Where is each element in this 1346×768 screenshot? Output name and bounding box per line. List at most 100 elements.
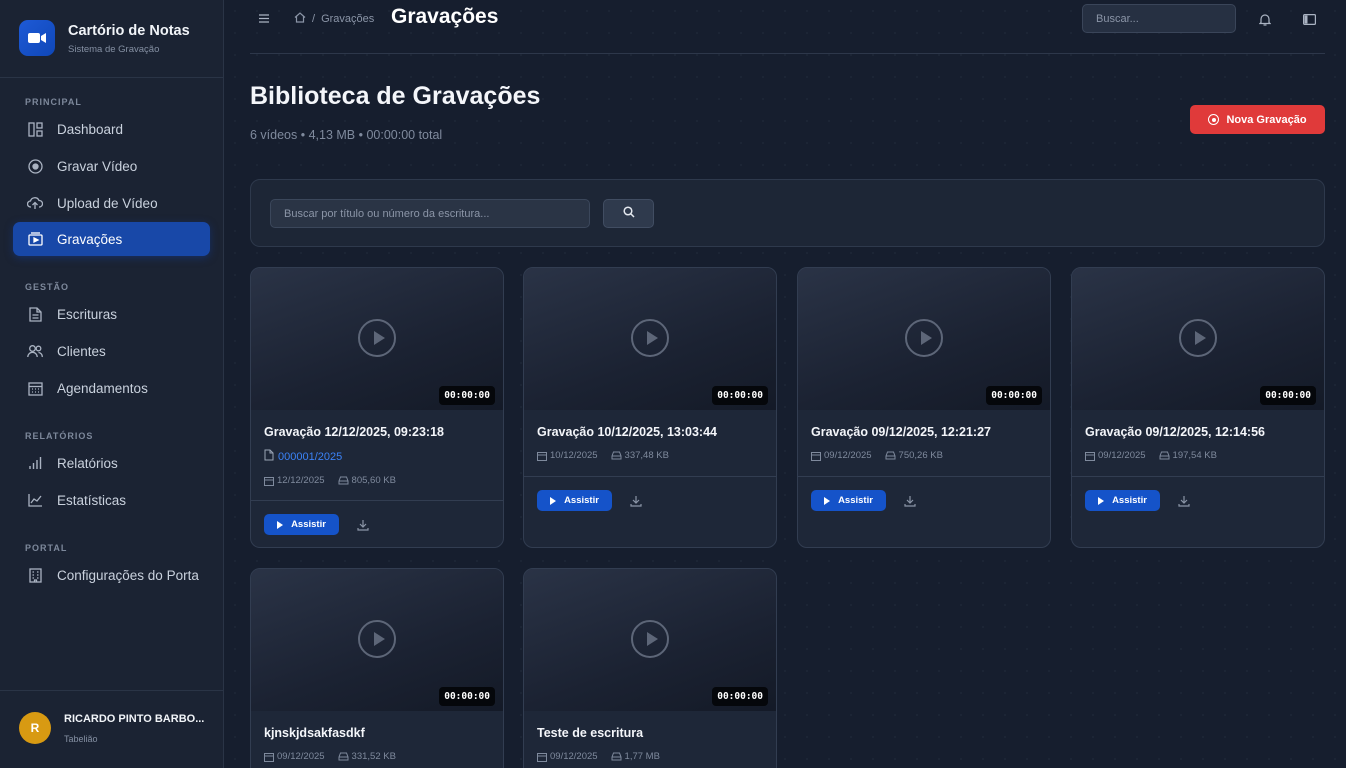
download-icon[interactable] xyxy=(357,518,369,531)
sidebar-item-clientes[interactable]: Clientes xyxy=(13,334,210,368)
recording-card[interactable]: 00:00:00 Teste de escritura 09/12/2025 1… xyxy=(523,568,777,768)
recording-meta: 12/12/2025 805,60 KB xyxy=(264,475,409,486)
watch-label: Assistir xyxy=(1112,495,1147,506)
bell-icon[interactable] xyxy=(1257,11,1273,27)
divider xyxy=(0,77,224,78)
user-role: Tabelião xyxy=(64,733,98,744)
recording-size: 805,60 KB xyxy=(351,475,396,486)
sidebar-item-dashboard[interactable]: Dashboard xyxy=(13,112,210,146)
play-icon[interactable] xyxy=(631,319,669,357)
home-icon[interactable] xyxy=(294,12,306,26)
bar-chart-icon xyxy=(27,455,43,471)
calendar-icon xyxy=(264,476,274,486)
brand[interactable]: Cartório de Notas Sistema de Gravação xyxy=(19,20,190,56)
section-relatorios: RELATÓRIOS xyxy=(25,431,94,441)
watch-button[interactable]: Assistir xyxy=(1085,490,1160,511)
recording-meta: 09/12/2025 197,54 KB xyxy=(1085,450,1230,461)
breadcrumb-current[interactable]: Gravações xyxy=(321,13,374,25)
download-icon[interactable] xyxy=(904,494,916,507)
sidebar-item-agendamentos[interactable]: Agendamentos xyxy=(13,371,210,405)
brand-title: Cartório de Notas xyxy=(68,22,190,39)
video-thumbnail[interactable]: 00:00:00 xyxy=(524,569,776,711)
download-icon[interactable] xyxy=(1178,494,1190,507)
menu-icon[interactable] xyxy=(259,11,269,26)
sidebar-item-label: Gravações xyxy=(57,231,123,247)
watch-button[interactable]: Assistir xyxy=(537,490,612,511)
global-search-input[interactable] xyxy=(1082,4,1236,33)
divider xyxy=(798,476,1050,477)
video-thumbnail[interactable]: 00:00:00 xyxy=(251,268,503,410)
play-icon[interactable] xyxy=(358,319,396,357)
duration-badge: 00:00:00 xyxy=(712,687,768,706)
play-icon xyxy=(550,496,557,505)
cloud-upload-icon xyxy=(27,195,43,211)
play-icon[interactable] xyxy=(905,319,943,357)
play-icon xyxy=(277,520,284,529)
escritura-number: 000001/2025 xyxy=(278,450,343,463)
video-thumbnail[interactable]: 00:00:00 xyxy=(1072,268,1324,410)
building-icon xyxy=(27,567,43,583)
hard-drive-icon xyxy=(611,451,622,460)
record-icon xyxy=(27,158,43,174)
play-icon xyxy=(824,496,831,505)
play-icon[interactable] xyxy=(631,620,669,658)
divider xyxy=(251,500,503,501)
sidebar-toggle-icon[interactable] xyxy=(1301,11,1317,27)
page-title: Biblioteca de Gravações xyxy=(250,82,541,110)
search-button[interactable] xyxy=(603,199,654,228)
escritura-link[interactable]: 000001/2025 xyxy=(264,449,342,464)
user-profile[interactable]: R RICARDO PINTO BARBO... Tabelião xyxy=(19,712,204,744)
video-thumbnail[interactable]: 00:00:00 xyxy=(251,569,503,711)
recording-card[interactable]: 00:00:00 kjnskjdsakfasdkf 09/12/2025 331… xyxy=(250,568,504,768)
recording-size: 337,48 KB xyxy=(624,450,669,461)
sidebar-item-label: Clientes xyxy=(57,343,106,359)
calendar-icon xyxy=(1085,451,1095,461)
sidebar-item-label: Agendamentos xyxy=(57,380,148,396)
sidebar-item-configuracoes-portal[interactable]: Configurações do Porta xyxy=(13,558,210,592)
video-thumbnail[interactable]: 00:00:00 xyxy=(524,268,776,410)
new-recording-button[interactable]: Nova Gravação xyxy=(1190,105,1325,134)
recording-card[interactable]: 00:00:00 Gravação 09/12/2025, 12:14:56 0… xyxy=(1071,267,1325,548)
watch-button[interactable]: Assistir xyxy=(811,490,886,511)
record-icon xyxy=(1208,114,1220,125)
recording-size: 1,77 MB xyxy=(624,751,660,762)
video-camera-icon xyxy=(19,20,55,56)
divider xyxy=(1072,476,1324,477)
sidebar-item-estatisticas[interactable]: Estatísticas xyxy=(13,483,210,517)
hard-drive-icon xyxy=(1159,451,1170,460)
calendar-icon xyxy=(537,451,547,461)
recording-title: Gravação 10/12/2025, 13:03:44 xyxy=(537,425,717,439)
calendar-icon xyxy=(811,451,821,461)
section-gestao: GESTÃO xyxy=(25,282,70,292)
hard-drive-icon xyxy=(338,752,349,761)
sidebar-item-label: Upload de Vídeo xyxy=(57,195,158,211)
video-thumbnail[interactable]: 00:00:00 xyxy=(798,268,1050,410)
sidebar-item-gravar-video[interactable]: Gravar Vídeo xyxy=(13,149,210,183)
sidebar-item-label: Estatísticas xyxy=(57,492,127,508)
recording-size: 750,26 KB xyxy=(898,450,943,461)
watch-button[interactable]: Assistir xyxy=(264,514,339,535)
watch-label: Assistir xyxy=(564,495,599,506)
recording-card[interactable]: 00:00:00 Gravação 12/12/2025, 09:23:18 0… xyxy=(250,267,504,548)
play-icon[interactable] xyxy=(1179,319,1217,357)
watch-label: Assistir xyxy=(838,495,873,506)
sidebar-item-upload-video[interactable]: Upload de Vídeo xyxy=(13,186,210,220)
sidebar: Cartório de Notas Sistema de Gravação PR… xyxy=(0,0,224,768)
page-header-title: Gravações xyxy=(391,5,499,28)
sidebar-item-relatorios[interactable]: Relatórios xyxy=(13,446,210,480)
play-icon[interactable] xyxy=(358,620,396,658)
hard-drive-icon xyxy=(611,752,622,761)
duration-badge: 00:00:00 xyxy=(1260,386,1316,405)
avatar: R xyxy=(19,712,51,744)
recording-card[interactable]: 00:00:00 Gravação 10/12/2025, 13:03:44 1… xyxy=(523,267,777,548)
recording-title: kjnskjdsakfasdkf xyxy=(264,726,365,740)
sidebar-item-escrituras[interactable]: Escrituras xyxy=(13,297,210,331)
sidebar-item-gravacoes[interactable]: Gravações xyxy=(13,222,210,256)
download-icon[interactable] xyxy=(630,494,642,507)
divider xyxy=(524,476,776,477)
duration-badge: 00:00:00 xyxy=(439,386,495,405)
recording-date: 09/12/2025 xyxy=(1098,450,1146,461)
recording-card[interactable]: 00:00:00 Gravação 09/12/2025, 12:21:27 0… xyxy=(797,267,1051,548)
recording-date: 09/12/2025 xyxy=(824,450,872,461)
recordings-search-input[interactable] xyxy=(270,199,590,228)
